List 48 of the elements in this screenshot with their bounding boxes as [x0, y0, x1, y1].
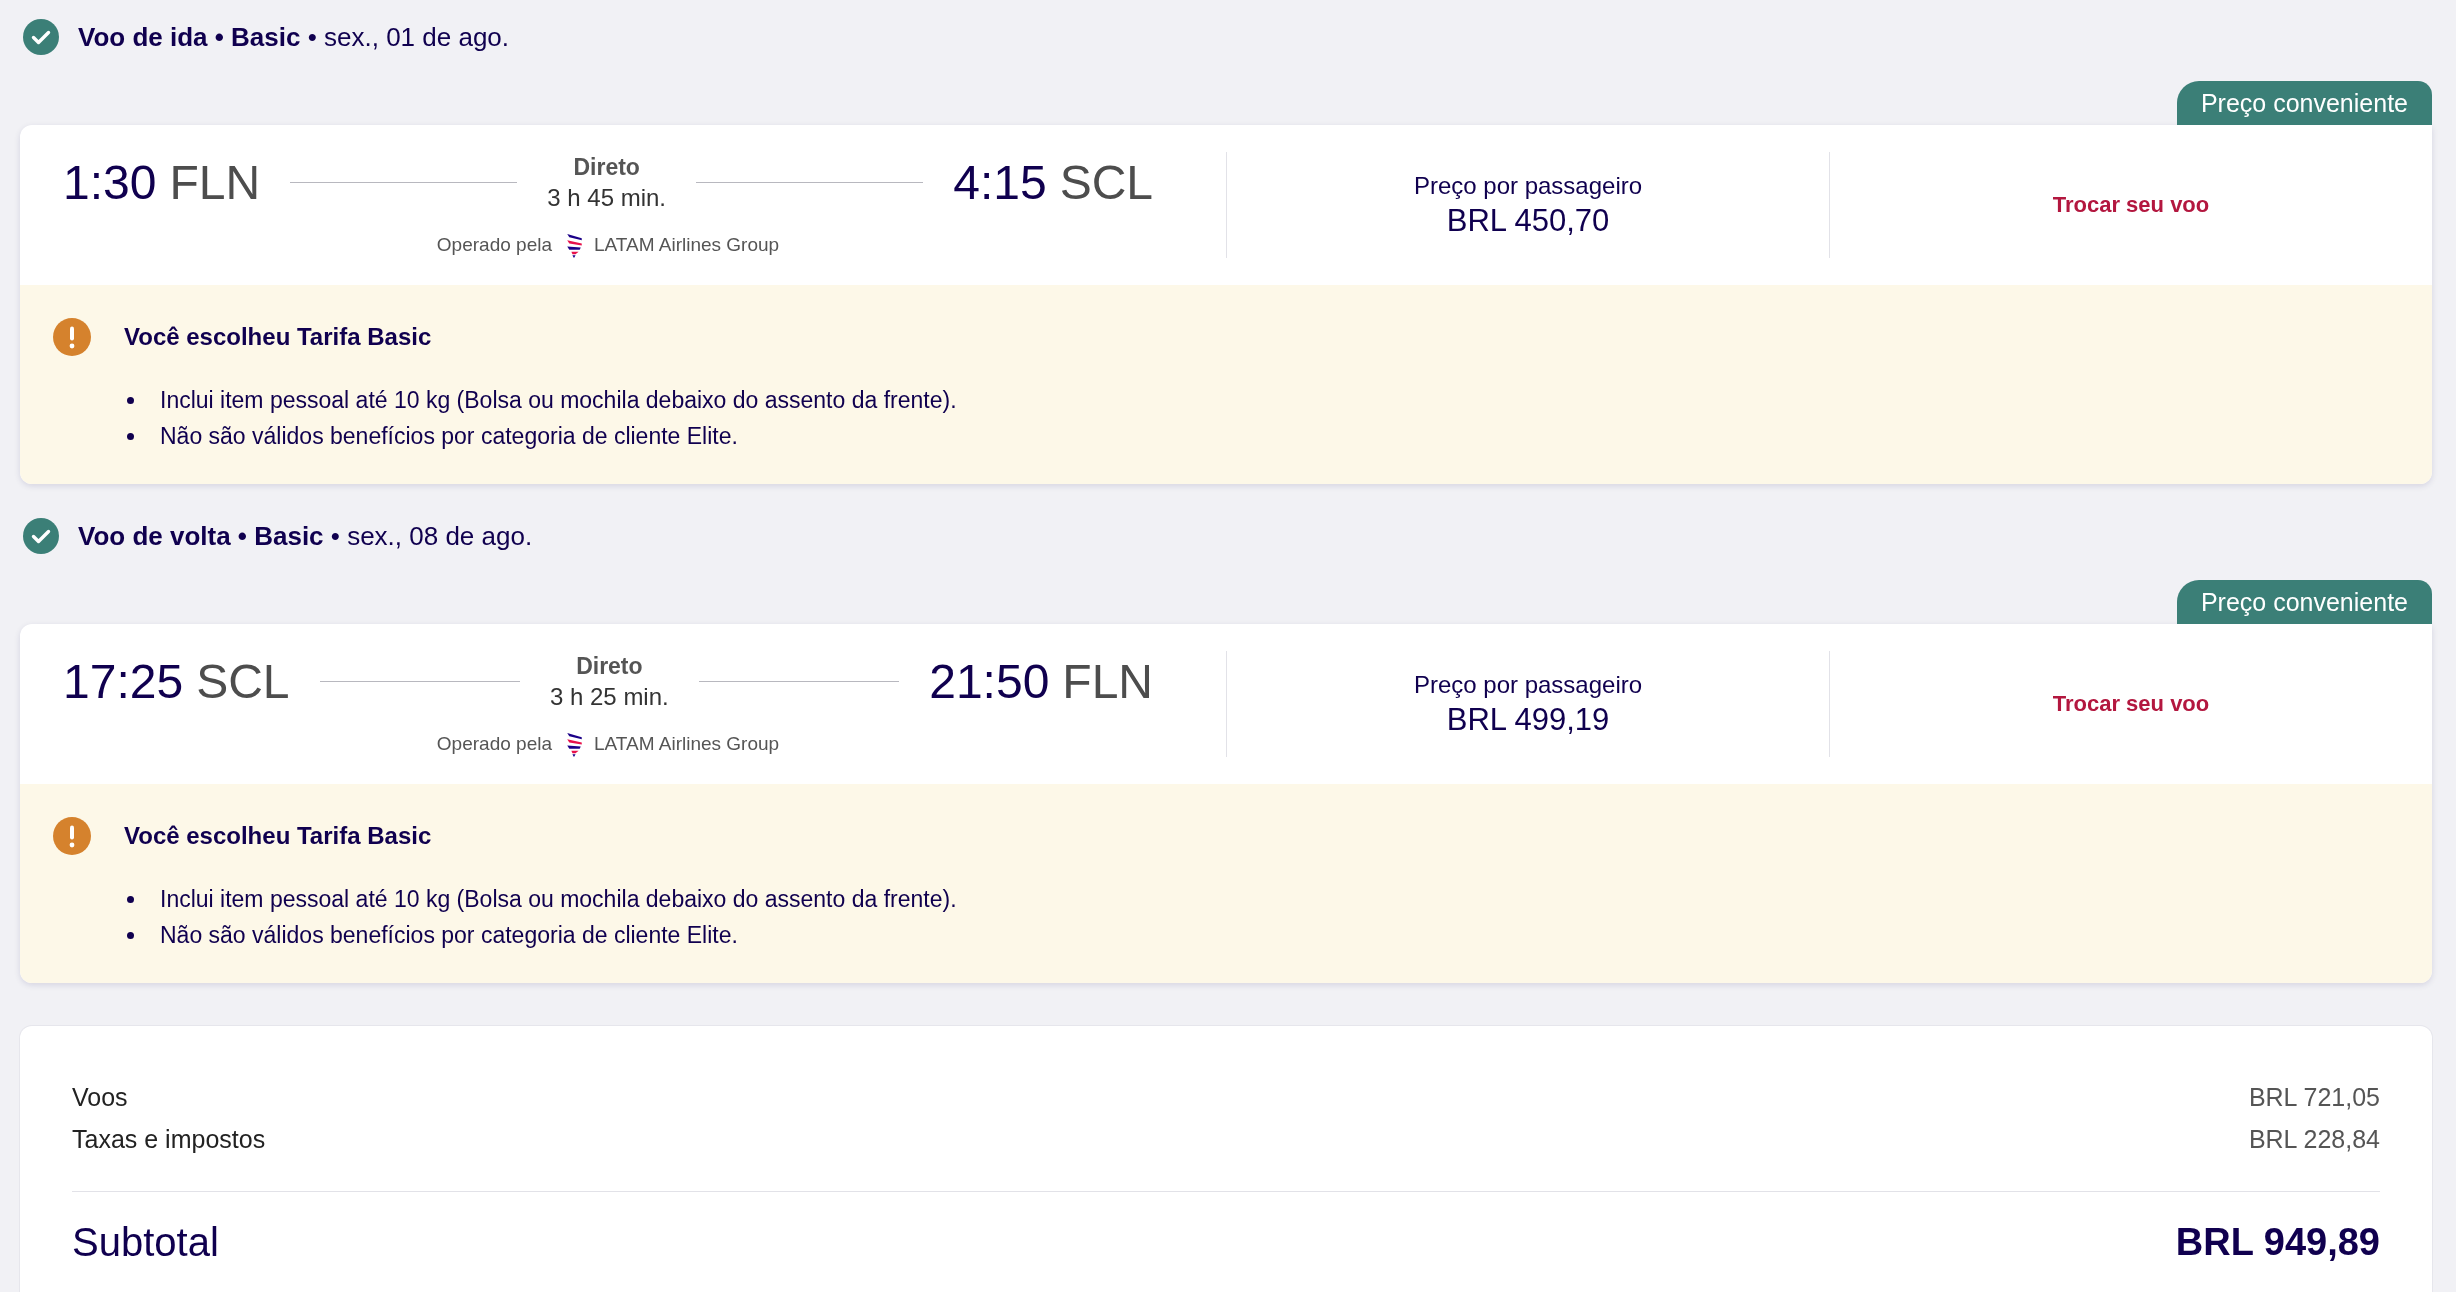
stops-label: Direto [576, 652, 643, 681]
bullet-icon [127, 895, 134, 903]
airline-name: LATAM Airlines Group [594, 733, 780, 755]
bullet-icon [127, 432, 134, 440]
check-icon [23, 518, 59, 554]
operated-by-label: Operado pela [436, 234, 552, 256]
section-heading: Voo de volta • Basic • sex., 08 de ago. [78, 520, 533, 553]
notice-item: Inclui item pessoal até 10 kg (Bolsa ou mochila debaixo do assento da frente). [160, 885, 957, 913]
warning-icon [53, 817, 91, 855]
airline-name: LATAM Airlines Group [594, 234, 780, 256]
summary-label: Taxas e impostos [72, 1124, 266, 1154]
arrival-airport: FLN [1062, 653, 1153, 710]
price-badge: Preço conveniente [2176, 81, 2432, 125]
summary-value: BRL 721,05 [2248, 1082, 2380, 1112]
price-amount: BRL 499,19 [1446, 701, 1610, 739]
notice-title: Você escolheu Tarifa Basic [124, 821, 433, 851]
price-label: Preço por passageiro [1413, 171, 1643, 201]
bullet-icon [127, 396, 134, 404]
summary-label: Voos [72, 1082, 128, 1112]
price-badge: Preço conveniente [2176, 580, 2432, 624]
departure-time: 1:30 [63, 154, 157, 211]
notice-item: Não são válidos benefícios por categoria de cliente Elite. [160, 921, 738, 949]
arrival-time: 21:50 [929, 653, 1050, 710]
section-heading: Voo de ida • Basic • sex., 01 de ago. [78, 21, 510, 54]
notice-item: Inclui item pessoal até 10 kg (Bolsa ou mochila debaixo do assento da frente). [160, 386, 957, 414]
operated-by-label: Operado pela [436, 733, 552, 755]
notice-title: Você escolheu Tarifa Basic [124, 322, 433, 352]
bullet-icon [127, 931, 134, 939]
flight-duration: 3 h 45 min. [547, 183, 667, 213]
change-flight-link[interactable]: Trocar seu voo [2052, 192, 2210, 218]
airline-logo-icon [566, 730, 583, 758]
check-icon [23, 19, 59, 55]
departure-time: 17:25 [63, 653, 184, 710]
stops-label: Direto [573, 153, 640, 182]
subtotal-label: Subtotal [72, 1219, 219, 1265]
summary-value: BRL 228,84 [2248, 1124, 2380, 1154]
subtotal-value: BRL 949,89 [2175, 1220, 2380, 1264]
change-flight-link[interactable]: Trocar seu voo [2052, 691, 2210, 717]
warning-icon [53, 318, 91, 356]
departure-airport: FLN [169, 154, 261, 211]
notice-item: Não são válidos benefícios por categoria de cliente Elite. [160, 422, 738, 450]
departure-airport: SCL [196, 653, 290, 710]
price-label: Preço por passageiro [1413, 670, 1643, 700]
flight-duration: 3 h 25 min. [550, 682, 669, 712]
arrival-airport: SCL [1059, 154, 1153, 211]
arrival-time: 4:15 [953, 154, 1047, 211]
price-amount: BRL 450,70 [1446, 202, 1610, 240]
airline-logo-icon [566, 231, 583, 259]
